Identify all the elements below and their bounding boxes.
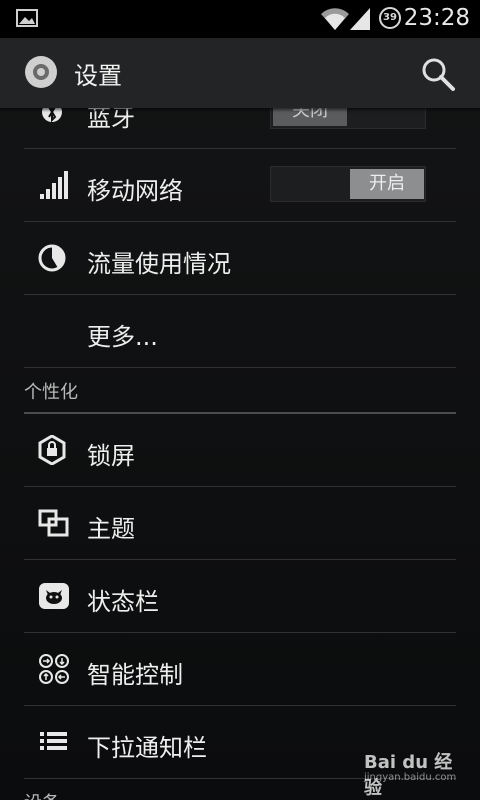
section-header-personalization: 个性化 [24, 368, 456, 414]
list-item-label: 下拉通知栏 [87, 734, 207, 762]
status-bar: 39 23:28 [0, 0, 480, 38]
list-item-label: 更多... [87, 323, 158, 351]
watermark-url: jingyan.baidu.com [364, 772, 457, 783]
list-item-label: 状态栏 [87, 588, 159, 616]
list-item-data-usage[interactable]: 流量使用情况 [24, 222, 456, 295]
mobile-network-toggle[interactable]: 开启 [270, 166, 426, 202]
bluetooth-icon [42, 108, 62, 123]
bluetooth-toggle[interactable]: 关闭 [270, 108, 426, 129]
list-item-label: 智能控制 [87, 661, 183, 689]
image-notification-icon [16, 9, 38, 27]
list-item-label: 流量使用情况 [87, 250, 231, 278]
list-item-lock-screen[interactable]: 锁屏 [24, 414, 456, 487]
list-item-theme[interactable]: 主题 [24, 487, 456, 560]
status-bar-cat-icon [39, 583, 69, 609]
list-menu-icon [40, 732, 67, 750]
action-bar: 设置 [0, 38, 480, 108]
theme-icon [38, 509, 69, 537]
settings-list[interactable]: 蓝牙 关闭 移动网络 开启 流量使用情况 更多... 个性化 锁屏 主题 状态栏… [0, 108, 480, 800]
list-item-more[interactable]: 更多... [24, 295, 456, 368]
list-item-label: 移动网络 [87, 177, 183, 205]
list-item-label: 主题 [87, 515, 135, 543]
list-item-label: 锁屏 [87, 442, 135, 470]
list-item-bluetooth[interactable]: 蓝牙 关闭 [24, 108, 456, 149]
lock-icon [38, 435, 66, 465]
data-usage-icon [38, 244, 66, 272]
baidu-watermark: Bai du 经验 jingyan.baidu.com [360, 748, 470, 799]
toggle-knob: 关闭 [273, 108, 347, 126]
list-item-mobile-network[interactable]: 移动网络 开启 [24, 149, 456, 222]
page-title: 设置 [74, 62, 122, 90]
section-label: 个性化 [24, 382, 78, 403]
list-item-label: 蓝牙 [87, 108, 135, 132]
list-item-smart-control[interactable]: 智能控制 [24, 633, 456, 706]
toggle-knob: 开启 [350, 169, 424, 199]
list-item-status-bar[interactable]: 状态栏 [24, 560, 456, 633]
wifi-icon [321, 8, 349, 30]
signal-strength-icon [350, 8, 370, 30]
gesture-control-icon [39, 654, 69, 684]
cellular-signal-icon [40, 171, 68, 199]
section-label: 设备 [24, 789, 60, 800]
clock: 23:28 [403, 5, 470, 31]
settings-gear-icon[interactable] [25, 56, 57, 88]
search-icon[interactable] [420, 56, 456, 92]
battery-icon: 39 [379, 7, 401, 29]
